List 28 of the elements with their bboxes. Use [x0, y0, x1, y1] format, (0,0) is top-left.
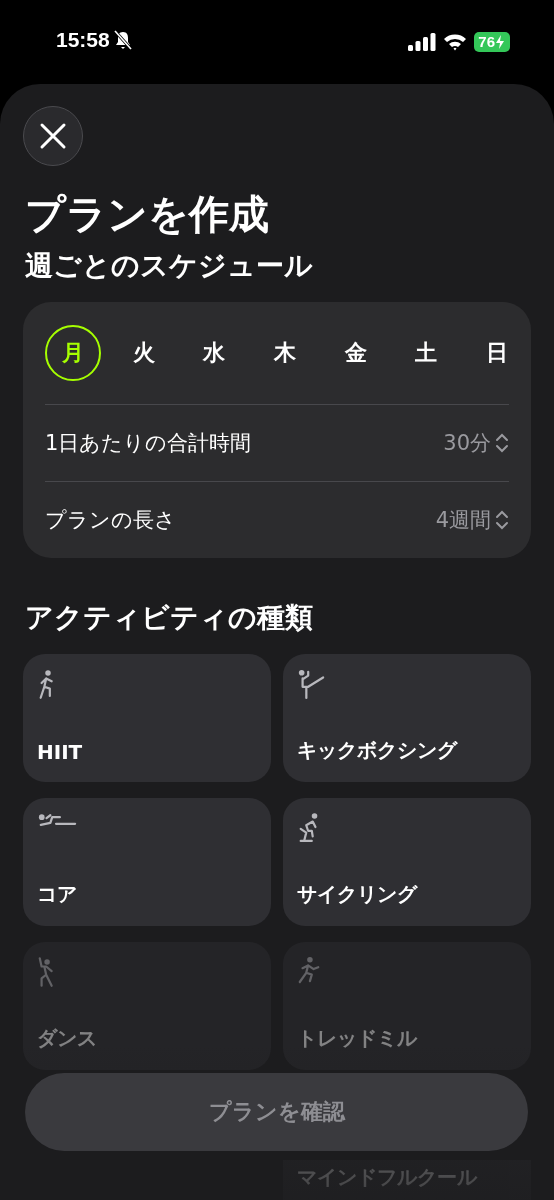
day-toggle[interactable]: 土 [398, 325, 455, 381]
page-title: プランを作成 [25, 190, 270, 239]
setting-label: プランの長さ [45, 507, 176, 534]
section-heading: 週ごとのスケジュール [25, 248, 314, 284]
wifi-icon [443, 33, 468, 51]
close-icon [39, 122, 67, 150]
setting-label: 1日あたりの合計時間 [45, 430, 252, 457]
activity-tile[interactable]: キックボクシング [283, 654, 531, 782]
day-toggle[interactable]: 木 [256, 325, 313, 381]
running-figure-icon [297, 956, 321, 984]
value-picker[interactable]: 4週間 [435, 506, 509, 534]
signal-icon [408, 33, 437, 51]
section-heading: アクティビティの種類 [25, 600, 314, 636]
battery-indicator: 76 [474, 32, 510, 52]
lying-figure-icon [37, 812, 77, 828]
day-toggle[interactable]: 日 [468, 325, 525, 381]
status-time: 15:58 [56, 28, 110, 52]
chevron-updown-icon [495, 432, 509, 454]
kicking-figure-icon [297, 668, 325, 700]
activity-tile[interactable]: コア [23, 798, 271, 926]
value-picker[interactable]: 30分 [443, 429, 509, 457]
day-toggle[interactable]: 火 [115, 325, 172, 381]
activity-tile[interactable]: HIIT [23, 654, 271, 782]
chevron-updown-icon [495, 509, 509, 531]
day-toggle[interactable]: 金 [327, 325, 384, 381]
activity-tile[interactable]: サイクリング [283, 798, 531, 926]
day-toggle[interactable]: 月 [45, 325, 101, 381]
day-toggle[interactable]: 水 [186, 325, 243, 381]
